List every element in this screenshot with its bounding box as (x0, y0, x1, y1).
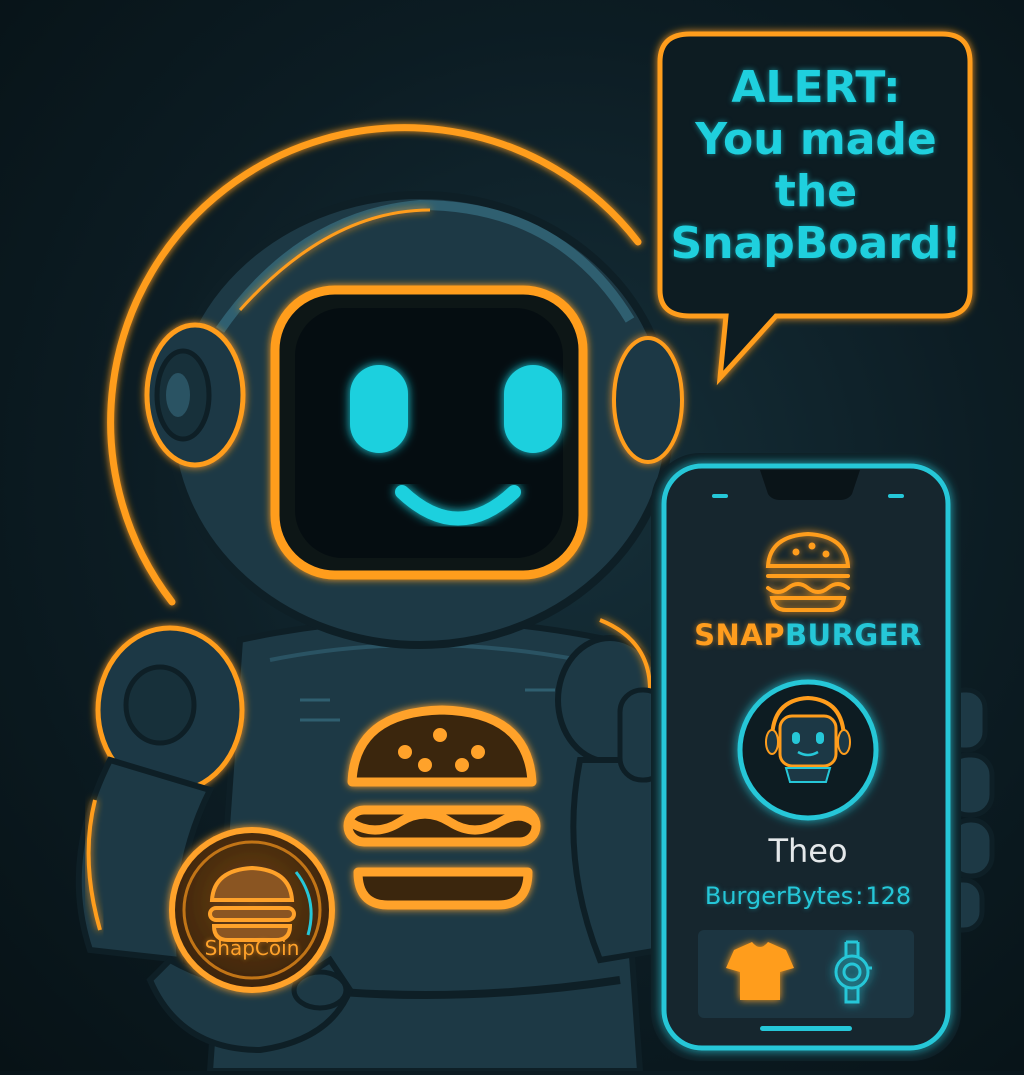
brand-name: SNAPBURGER (668, 618, 948, 652)
tab-bar (698, 930, 914, 1018)
right-eye-icon (504, 365, 562, 453)
alert-message: ALERT: You made the SnapBoard! (664, 62, 968, 270)
username: Theo (768, 832, 848, 870)
coin-label: ShapCoin (204, 936, 300, 960)
points-separator: : (855, 882, 864, 910)
points-display: BurgerBytes:128 (668, 882, 948, 910)
alert-line-3: the (774, 166, 858, 217)
brand-part-1: SNAP (694, 618, 785, 652)
alert-line-1: ALERT: (731, 62, 901, 113)
left-eye-icon (350, 365, 408, 453)
alert-line-2: You made (695, 114, 937, 165)
alert-line-4: SnapBoard! (670, 218, 962, 269)
chest-burger-icon (343, 705, 541, 910)
points-label: BurgerBytes (704, 882, 854, 910)
points-value: 128 (865, 882, 912, 910)
coin (169, 827, 335, 993)
phone (651, 453, 961, 1061)
avatar (737, 679, 879, 821)
brand-part-2: BURGER (784, 618, 922, 652)
